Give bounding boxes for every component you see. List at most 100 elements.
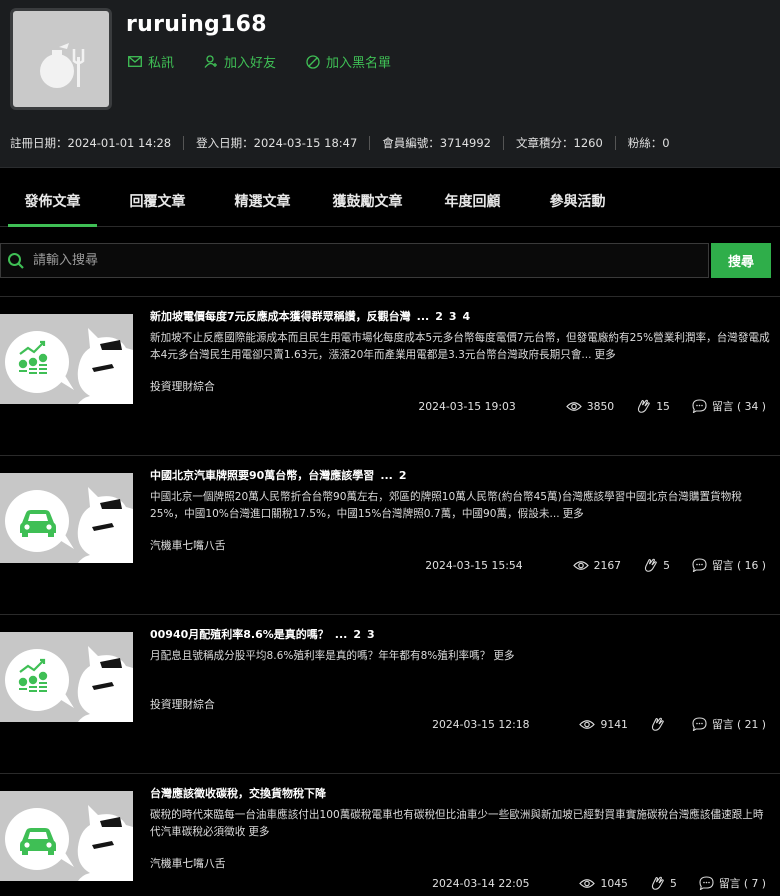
article-excerpt-text: 月配息且號稱成分股平均8.6%殖利率是真的嗎？年年都有8%殖利率嗎？ <box>150 650 491 662</box>
article-meta: 2024-03-15 12:18 9141 留言 ( 21 ) <box>432 716 766 732</box>
clap-icon <box>651 876 664 890</box>
avatar[interactable] <box>10 8 112 110</box>
article-excerpt: 中國北京一個牌照20萬人民幣折合台幣90萬左右，郊區的牌照10萬人民幣(約台幣4… <box>150 489 770 523</box>
article-more-link[interactable]: 更多 <box>248 826 269 838</box>
article-title-text: 00940月配殖利率8.6%是真的嗎？ <box>150 628 329 641</box>
article-category[interactable]: 汽機車七嘴八舌 <box>150 855 226 871</box>
search-button[interactable]: 搜尋 <box>711 243 771 278</box>
search-bar: 搜尋 <box>0 243 780 278</box>
article-thumbnail[interactable] <box>0 632 133 722</box>
article-thumbnail[interactable] <box>0 473 133 563</box>
article-more-link[interactable]: 更多 <box>493 650 514 662</box>
article-title[interactable]: 台灣應該徵收碳稅，交換貨物稅下降 <box>150 785 332 801</box>
message-label: 私訊 <box>148 56 175 71</box>
article-item-4: 台灣應該徵收碳稅，交換貨物稅下降 碳稅的時代來臨每一台油車應該付出100萬碳稅電… <box>0 773 780 896</box>
article-more-link[interactable]: 更多 <box>563 508 584 520</box>
article-meta: 2024-03-14 22:05 1045 5 留言 ( 7 ) <box>432 875 766 891</box>
article-comments[interactable]: 留言 ( 7 ) <box>699 875 766 891</box>
eye-icon <box>572 560 589 570</box>
article-comments-label: 留言 ( 7 ) <box>718 877 766 890</box>
article-likes-count: 5 <box>669 876 677 890</box>
comment-icon <box>692 717 707 731</box>
article-excerpt-text: 新加坡不止反應國際能源成本而且民生用電市場化每度成本5元多台幣每度電價7元台幣，… <box>150 332 770 361</box>
article-pages-ellipsis: ... <box>380 469 393 482</box>
article-likes[interactable]: 5 <box>643 558 670 573</box>
article-category[interactable]: 汽機車七嘴八舌 <box>150 537 226 553</box>
add-friend-button[interactable]: 加入好友 <box>204 52 276 71</box>
login-date: 登入日期：2024-03-15 18:47 <box>183 136 369 150</box>
article-pages: ... 2 3 <box>335 628 375 641</box>
search-input[interactable] <box>33 253 673 268</box>
article-page-link[interactable]: 4 <box>463 310 471 323</box>
article-item-3: 00940月配殖利率8.6%是真的嗎？ ... 2 3 月配息且號稱成分股平均8.6%… <box>0 614 780 773</box>
search-icon <box>8 252 24 269</box>
clap-icon <box>651 717 664 731</box>
article-more-link[interactable]: 更多 <box>595 349 616 361</box>
article-title-text: 新加坡電價每度7元反應成本獲得群眾稱讚，反觀台灣 <box>150 310 411 323</box>
member-number: 會員編號：3714992 <box>369 136 503 150</box>
article-page-link[interactable]: 2 <box>435 310 443 323</box>
clap-icon <box>638 399 651 413</box>
article-comments[interactable]: 留言 ( 34 ) <box>692 398 766 414</box>
article-date: 2024-03-15 12:18 <box>432 717 530 731</box>
article-meta: 2024-03-15 15:54 2167 5 留言 ( 16) <box>425 557 766 573</box>
article-page-link[interactable]: 3 <box>449 310 457 323</box>
tab-events[interactable]: 參與活動 <box>525 181 630 226</box>
block-icon <box>306 54 320 69</box>
article-views-count: 9141 <box>600 717 628 731</box>
article-title[interactable]: 中國北京汽車牌照要90萬台幣，台灣應該學習... 2 <box>150 467 407 483</box>
blacklist-button[interactable]: 加入黑名單 <box>306 52 391 71</box>
article-category[interactable]: 投資理財綜合 <box>150 696 215 712</box>
article-date: 2024-03-15 15:54 <box>425 558 523 572</box>
comment-icon <box>692 399 707 413</box>
article-title[interactable]: 新加坡電價每度7元反應成本獲得群眾稱讚，反觀台灣... 2 3 4 <box>150 308 470 324</box>
article-excerpt: 月配息且號稱成分股平均8.6%殖利率是真的嗎？年年都有8%殖利率嗎？ 更多 <box>150 648 770 665</box>
eye-icon <box>565 401 582 411</box>
article-page-link[interactable]: 3 <box>367 628 375 641</box>
article-points: 文章積分：1260 <box>503 136 615 150</box>
article-likes[interactable]: 15 <box>636 399 670 414</box>
article-comments[interactable]: 留言 ( 16 ) <box>692 557 766 573</box>
tab-featured-articles[interactable]: 精選文章 <box>210 181 315 226</box>
article-item-2: 中國北京汽車牌照要90萬台幣，台灣應該學習... 2 中國北京一個牌照20萬人民幣… <box>0 455 780 614</box>
article-category[interactable]: 投資理財綜合 <box>150 378 215 394</box>
character-silhouette-icon <box>77 487 133 563</box>
tab-bar: 發佈文章 回覆文章 精選文章 獲鼓勵文章 年度回顧 參與活動 <box>0 181 780 227</box>
article-excerpt: 碳稅的時代來臨每一台油車應該付出100萬碳稅電車也有碳稅但比油車少一些歐洲與新加… <box>150 807 770 841</box>
article-likes[interactable]: 5 <box>650 876 677 891</box>
article-likes-count: 5 <box>663 558 670 572</box>
profile-stats: 註冊日期：2024-01-01 14:28 登入日期：2024-03-15 18… <box>10 136 682 150</box>
tab-posted-articles[interactable]: 發佈文章 <box>0 181 105 227</box>
article-title[interactable]: 00940月配殖利率8.6%是真的嗎？ ... 2 3 <box>150 626 375 642</box>
article-comments-label: 留言 ( 16 ) <box>711 559 766 572</box>
tab-encouraged-articles[interactable]: 獲鼓勵文章 <box>315 181 420 226</box>
article-page-link[interactable]: 2 <box>353 628 361 641</box>
article-comments-label: 留言 ( 34 ) <box>711 400 766 413</box>
speech-bubble-icon <box>5 649 74 711</box>
article-comments[interactable]: 留言 ( 21 ) <box>692 716 766 732</box>
article-date: 2024-03-15 19:03 <box>418 399 516 413</box>
character-silhouette-icon <box>77 646 133 722</box>
comment-icon <box>692 558 707 572</box>
article-views: 9141 <box>579 717 628 731</box>
tab-annual-review[interactable]: 年度回顧 <box>420 181 525 226</box>
article-views: 1045 <box>579 877 628 890</box>
article-thumbnail[interactable] <box>0 314 133 404</box>
search-box <box>0 243 709 278</box>
article-excerpt-text: 碳稅的時代來臨每一台油車應該付出100萬碳稅電車也有碳稅但比油車少一些歐洲與新加… <box>150 809 764 838</box>
article-views: 3850 <box>565 399 615 413</box>
article-comments-label: 留言 ( 21 ) <box>711 718 766 731</box>
eye-icon <box>579 878 596 888</box>
article-item-1: 新加坡電價每度7元反應成本獲得群眾稱讚，反觀台灣... 2 3 4 新加坡不止反應國際… <box>0 296 780 455</box>
article-likes[interactable] <box>650 717 670 732</box>
article-thumbnail[interactable] <box>0 791 133 881</box>
profile-actions: 私訊 加入好友 加入黑名單 <box>128 52 391 71</box>
tab-reply-articles[interactable]: 回覆文章 <box>105 181 210 226</box>
character-silhouette-icon <box>77 805 133 881</box>
message-button[interactable]: 私訊 <box>128 52 174 71</box>
article-page-link[interactable]: 2 <box>399 469 407 482</box>
profile-header: ruruing168 私訊 加入好友 加入黑名單 註冊日期：2024-01-01… <box>0 0 780 168</box>
article-views-count: 3850 <box>586 399 615 413</box>
fans-count: 粉絲：0 <box>614 136 682 150</box>
article-excerpt-text: 中國北京一個牌照20萬人民幣折合台幣90萬左右，郊區的牌照10萬人民幣(約台幣4… <box>150 491 742 520</box>
